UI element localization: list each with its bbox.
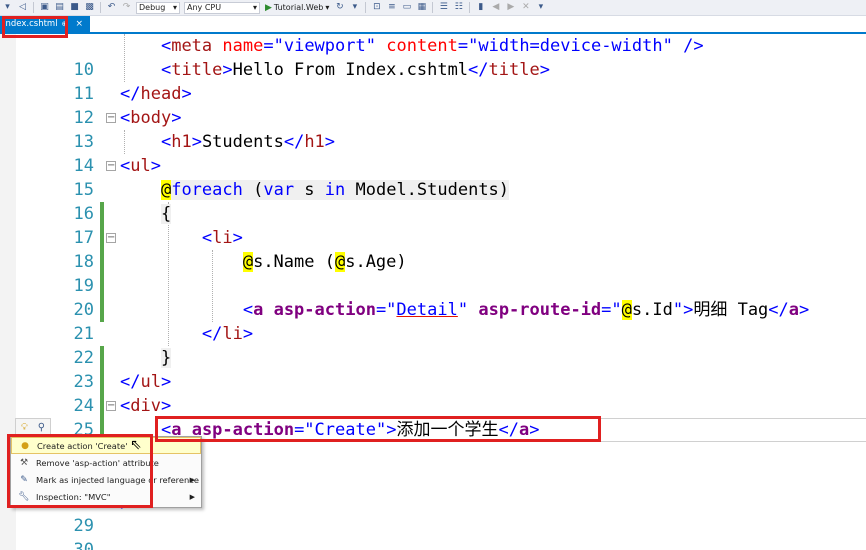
chevron-down-icon: ▾	[325, 3, 330, 12]
code-text: <meta name="viewport" content="width=dev…	[160, 36, 704, 56]
code-line: 22 </li>	[0, 322, 866, 394]
code-text: </ul>	[120, 372, 172, 392]
chevron-down-icon: ▾	[172, 3, 177, 12]
code-line: 14 <h1>Students</h1>	[0, 130, 866, 176]
code-line: 20	[0, 274, 866, 320]
comment-icon[interactable]: ☰	[438, 2, 449, 13]
undo-icon[interactable]: ↶	[106, 2, 117, 13]
grid-icon[interactable]: ▦	[416, 2, 427, 13]
collapse-icon[interactable]: −	[106, 233, 116, 243]
code-line: 16 @foreach (var s in Model.Students)	[0, 178, 866, 250]
code-text: <a asp-action="Detail" asp-route-id="@s.…	[242, 300, 810, 320]
search-icon[interactable]: ⚲	[38, 422, 45, 433]
code-line: 12 </head>	[0, 82, 866, 128]
chevron-down-icon: ▾	[252, 3, 257, 12]
bookmark-icon[interactable]: ▮	[475, 2, 486, 13]
submenu-arrow-icon: ▶	[189, 492, 195, 501]
code-text: <title>Hello From Index.cshtml</title>	[160, 60, 550, 80]
code-text: @foreach (var s in Model.Students)	[160, 180, 510, 200]
open-file-icon[interactable]: ▤	[54, 2, 65, 13]
next-bookmark-icon[interactable]: ▶	[505, 2, 516, 13]
code-line: 19 @s.Name (@s.Age)	[0, 250, 866, 322]
save-icon[interactable]: ■	[69, 2, 80, 13]
collapse-icon[interactable]: −	[106, 401, 116, 411]
new-project-icon[interactable]: ▣	[39, 2, 50, 13]
start-debugging-button[interactable]: ▶ Tutorial.Web ▾	[265, 3, 329, 13]
collapse-icon[interactable]: −	[106, 161, 116, 171]
code-line: 15 − <ul>	[0, 154, 866, 226]
platform-select[interactable]: Any CPU ▾	[184, 1, 260, 14]
annotation-box-code	[155, 416, 601, 442]
code-text: <li>	[201, 228, 243, 248]
document-tab-strip: Index.cshtml ⊕ ×	[0, 16, 866, 34]
toolbar-separator	[100, 2, 101, 13]
code-line: 18 − <li>	[0, 226, 866, 298]
code-line: 30	[0, 514, 866, 550]
platform-value: Any CPU	[187, 3, 222, 12]
overflow-icon[interactable]: ▾	[535, 2, 546, 13]
lightbulb-icon[interactable]: 💡︎	[21, 422, 28, 433]
annotation-box-tab	[2, 16, 68, 38]
code-line: 13 − <body>	[0, 106, 866, 152]
code-line: 11 <title>Hello From Index.cshtml</title…	[0, 58, 866, 104]
clear-bookmarks-icon[interactable]: ✕	[520, 2, 531, 13]
toolbar-separator	[469, 2, 471, 13]
dropdown-arrow-icon[interactable]: ▾	[2, 2, 13, 13]
toolbar-separator	[365, 2, 367, 13]
code-text: </li>	[201, 324, 254, 344]
close-icon[interactable]: ×	[75, 19, 83, 29]
code-line: 25 − <div>	[0, 394, 866, 440]
code-text: {	[160, 204, 172, 224]
toolbar-separator	[432, 2, 434, 13]
code-line: 10 <meta name="viewport" content="width=…	[0, 34, 866, 80]
configuration-select[interactable]: Debug ▾	[136, 1, 180, 14]
annotation-box-menu	[7, 434, 153, 508]
code-text: <ul>	[120, 156, 161, 176]
code-text: }	[160, 348, 172, 368]
redo-icon[interactable]: ↷	[121, 2, 132, 13]
code-line: 21 <a asp-action="Detail" asp-route-id="…	[0, 298, 866, 370]
configuration-value: Debug	[139, 3, 166, 12]
toolbar: ▾ ◁ ▣ ▤ ■ ▩ ↶ ↷ Debug ▾ Any CPU ▾ ▶ Tuto…	[0, 0, 866, 16]
line-number: 30	[73, 540, 94, 550]
code-line: 23 }	[0, 346, 866, 418]
submenu-arrow-icon: ▶	[189, 475, 195, 484]
code-line: 17 {	[0, 202, 866, 274]
collapse-icon[interactable]: −	[106, 113, 116, 123]
code-text: </head>	[120, 84, 192, 104]
browse-icon[interactable]: ⊡	[371, 2, 382, 13]
code-text: @s.Name (@s.Age)	[242, 252, 407, 272]
save-all-icon[interactable]: ▩	[84, 2, 95, 13]
code-text: <div>	[120, 396, 172, 416]
chevron-down-icon[interactable]: ▾	[349, 2, 360, 13]
play-icon: ▶	[265, 2, 272, 13]
code-line: 24 </ul>	[0, 370, 866, 442]
back-icon[interactable]: ◁	[17, 2, 28, 13]
code-text: <body>	[120, 108, 182, 128]
format-icon[interactable]: ≡	[386, 2, 397, 13]
code-text: <h1>Students</h1>	[160, 132, 336, 152]
uncomment-icon[interactable]: ☷	[453, 2, 464, 13]
refresh-icon[interactable]: ↻	[334, 2, 345, 13]
prev-bookmark-icon[interactable]: ◀	[490, 2, 501, 13]
toolbar-separator	[33, 2, 34, 13]
startup-project-label: Tutorial.Web	[273, 3, 324, 12]
hide-icon[interactable]: ▭	[401, 2, 412, 13]
